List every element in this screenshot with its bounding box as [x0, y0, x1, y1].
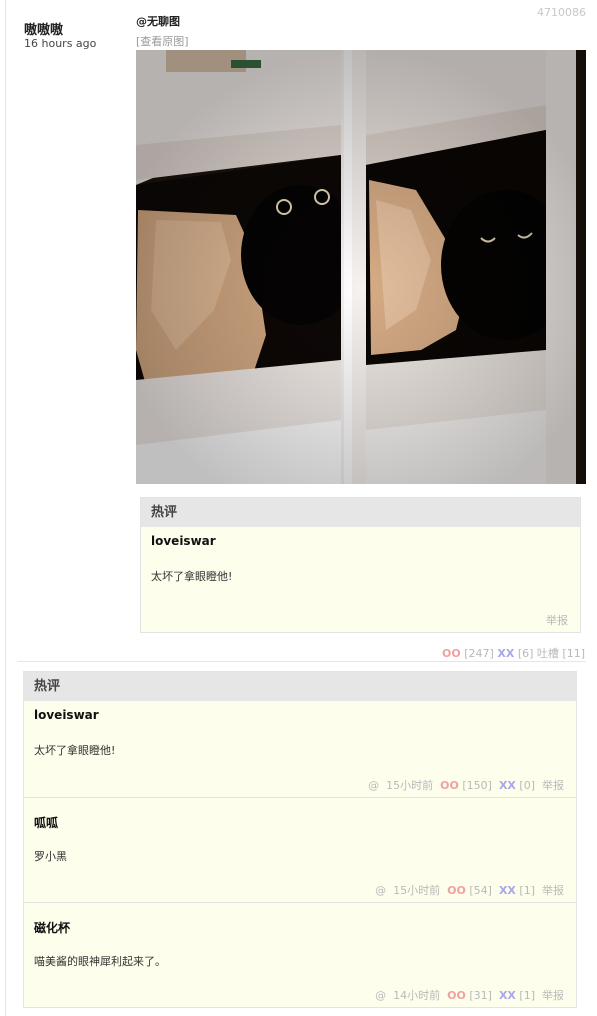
hot-comment-1-report-link[interactable]: 举报 [542, 779, 564, 792]
hot-comment-3-xx-count: [1] [519, 989, 535, 1002]
hot-comment-2-text: 罗小黑 [34, 850, 67, 863]
hot-comment-divider [24, 797, 576, 798]
hot-comment-1-xx-count: [0] [519, 779, 535, 792]
hot-comment-3-oo-button[interactable]: OO [447, 989, 466, 1002]
post-vote-oo-count: [247] [464, 647, 494, 660]
hot-comment-1-text: 太坏了拿眼瞪他! [34, 744, 116, 757]
hot-comment-1-reply-at[interactable]: @ [368, 779, 379, 792]
hot-comment-2-meta: @ 15小时前 OO [54] XX [1] 举报 [375, 882, 564, 898]
hot-comment-2-time: 15小时前 [393, 884, 441, 897]
hot-comment-1-xx-button[interactable]: XX [499, 779, 516, 792]
hot-comment-1-author: loveiswar [34, 708, 99, 722]
hot-comment-2-report-link[interactable]: 举报 [542, 884, 564, 897]
post-id[interactable]: 4710086 [537, 6, 586, 19]
hot-comment-divider [24, 902, 576, 903]
inner-hot-report-link[interactable]: 举报 [546, 612, 568, 628]
hot-comment-1-meta: @ 15小时前 OO [150] XX [0] 举报 [368, 777, 564, 793]
post-time: 16 hours ago [24, 37, 97, 50]
post-mention: @无聊图 [136, 15, 180, 28]
view-original-link[interactable]: [查看原图] [136, 33, 189, 49]
hot-comment-3-time: 14小时前 [393, 989, 441, 1002]
hot-comment-1-time: 15小时前 [386, 779, 434, 792]
post-author: 嗷嗷嗷 [24, 23, 64, 38]
hot-comment-2-xx-count: [1] [519, 884, 535, 897]
hot-comment-3-oo-count: [31] [469, 989, 492, 1002]
cats-in-shelf-photo [136, 50, 586, 484]
section-divider [17, 661, 586, 662]
inner-hot-comment-box: 热评 loveiswar 太坏了拿眼瞪他! 举报 [140, 497, 581, 633]
hot-comment-3-report-link[interactable]: 举报 [542, 989, 564, 1002]
hot-comment-2-oo-button[interactable]: OO [447, 884, 466, 897]
inner-hot-comment-author: loveiswar [151, 534, 216, 548]
post-vote-row: OO [247] XX [6] 吐槽 [11] [442, 645, 585, 661]
hot-comment-3-text: 喵美酱的眼神犀利起来了。 [34, 955, 166, 968]
post-tucao-count: [11] [562, 647, 585, 660]
post-tucao-link[interactable]: 吐槽 [537, 647, 559, 660]
inner-hot-comment-text: 太坏了拿眼瞪他! [151, 570, 233, 583]
hot-comment-2-oo-count: [54] [469, 884, 492, 897]
hot-comment-2-reply-at[interactable]: @ [375, 884, 386, 897]
post-image[interactable] [136, 50, 586, 484]
post-vote-xx-button[interactable]: XX [497, 647, 514, 660]
hot-comment-3-reply-at[interactable]: @ [375, 989, 386, 1002]
left-border [5, 0, 6, 1016]
inner-hot-title: 热评 [141, 498, 580, 527]
hot-comment-1-oo-button[interactable]: OO [440, 779, 459, 792]
hot-comment-1-oo-count: [150] [462, 779, 492, 792]
hot-comments-title: 热评 [24, 672, 576, 701]
hot-comment-3-author: 磁化杯 [34, 921, 71, 935]
hot-comment-3-meta: @ 14小时前 OO [31] XX [1] 举报 [375, 987, 564, 1003]
hot-comment-2-xx-button[interactable]: XX [499, 884, 516, 897]
hot-comments-box: 热评 loveiswar 太坏了拿眼瞪他! @ 15小时前 OO [150] X… [23, 671, 577, 1008]
hot-comment-3-xx-button[interactable]: XX [499, 989, 516, 1002]
post-vote-oo-button[interactable]: OO [442, 647, 461, 660]
hot-comment-2-author: 呱呱 [34, 816, 59, 830]
post-vote-xx-count: [6] [517, 647, 534, 660]
